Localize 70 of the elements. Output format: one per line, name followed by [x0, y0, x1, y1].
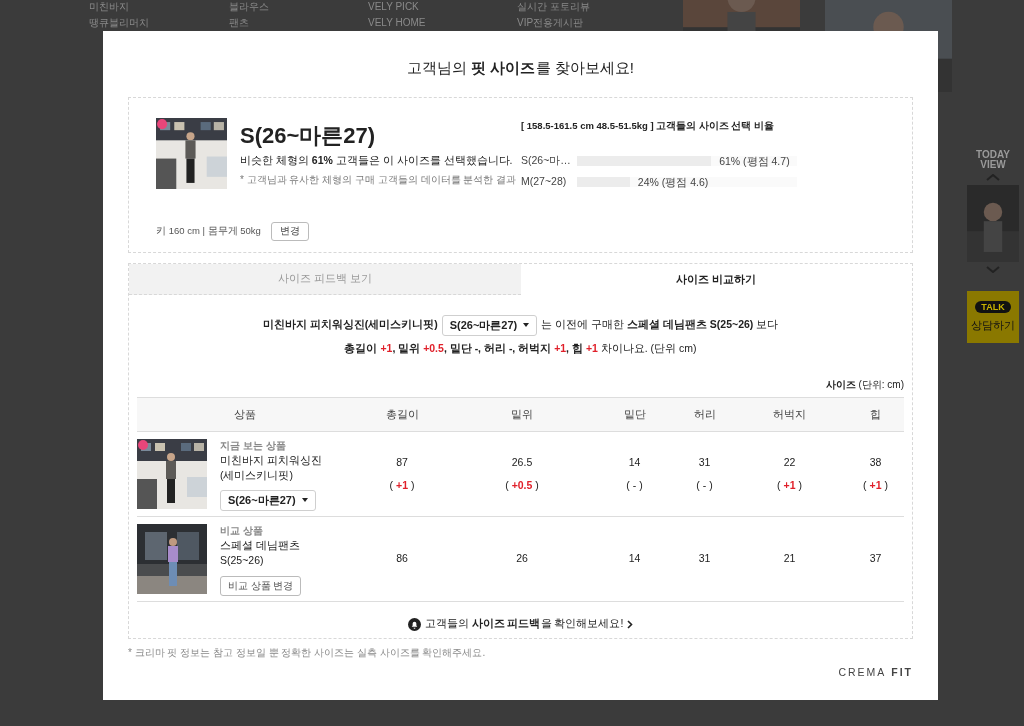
ratio-title: [ 158.5-161.5 cm 48.5-51.5kg ] 고객들의 사이즈 선택 비율: [521, 118, 776, 133]
product-name: 미친바지 피치워싱진(세미스키니핏): [262, 317, 438, 333]
column-header: 밑단: [592, 398, 677, 433]
measurement-value: 87: [396, 455, 408, 470]
chevron-down-icon[interactable]: [986, 266, 1000, 273]
measurement-value: 86: [396, 551, 408, 567]
menu-link[interactable]: VELY PICK: [368, 0, 426, 15]
menu-link[interactable]: VIP전용게시판: [517, 15, 590, 30]
measurement-value: 14: [628, 455, 641, 470]
analysis-note: * 고객님과 유사한 체형의 구매 고객들의 데이터를 분석한 결과: [240, 173, 517, 188]
change-button[interactable]: 변경: [270, 221, 309, 241]
compare-text: 는 이전에 구매한 스페셜 데님팬츠 S(25~26) 보다: [541, 317, 779, 333]
measurement-difference: ( +1 ): [777, 477, 802, 493]
menu-link[interactable]: 팬츠: [229, 15, 269, 30]
measurement-value: 21: [783, 551, 796, 567]
caret-icon: [301, 498, 308, 502]
feedback-link[interactable]: 고객들의 사이즈 피드백을 확인해보세요!: [407, 616, 634, 632]
menu-link[interactable]: 블라우스: [229, 0, 269, 15]
talk-button[interactable]: TALK 상담하기: [967, 291, 1019, 343]
measurement-value: 31: [698, 551, 711, 567]
chevron-up-icon[interactable]: [986, 174, 1000, 181]
product-name: 스페셜 데님팬츠: [220, 537, 301, 553]
menu-link[interactable]: 실시간 포토리뷰: [517, 0, 590, 15]
today-view-title: TODAY VIEW: [975, 150, 1011, 170]
menu-link[interactable]: 미친바지: [89, 0, 149, 15]
measurement-difference: ( +1 ): [389, 477, 415, 493]
product-tag: 지금 보는 상품: [220, 437, 286, 453]
ratio-reading: 24% (평점 4.6): [637, 175, 709, 191]
difference-summary: 총길이 +1, 밑위 +0.5, 밑단 -, 허리 -, 허벅지 +1, 힙 +1 차이나요. (단위 cm): [344, 340, 697, 356]
recommended-size: S(26~마른27): [240, 121, 377, 150]
column-header: 밑위: [452, 398, 592, 433]
measurement-value: 14: [628, 551, 641, 567]
measurement-difference: ( - ): [626, 477, 643, 493]
column-header: 총길이: [352, 398, 452, 433]
measurement-value: 31: [698, 455, 711, 470]
product-size: S(25~26): [220, 552, 264, 568]
measurement-difference: ( +1 ): [863, 477, 888, 493]
measurement-value: 22: [783, 455, 796, 470]
size-label: M(27~28): [521, 174, 568, 190]
footer-note: * 크리마 핏 정보는 참고 정보일 뿐 정확한 사이즈는 실측 사이즈를 확인해주세요.: [128, 645, 487, 660]
talk-label: 상담하기: [971, 317, 1015, 333]
measurement-value: 37: [869, 551, 882, 567]
body-info: 키 160 cm | 몸무게 50kg: [156, 223, 261, 238]
caret-icon: [523, 323, 530, 327]
compare-change-button[interactable]: 비교 상품 변경: [220, 575, 302, 596]
measurement-value: 26.5: [511, 455, 533, 470]
column-header: 허벅지: [732, 398, 847, 433]
menu-link[interactable]: VELY HOME: [368, 15, 426, 30]
measurement-value: 26: [516, 551, 528, 567]
measurement-value: 38: [869, 455, 882, 470]
product-name: 미친바지 피치워싱진(세미스키니핏): [220, 452, 323, 483]
talk-badge: TALK: [975, 300, 1011, 313]
chevron-right-icon: [627, 619, 634, 629]
unit-note: 사이즈 (단위: cm): [825, 378, 904, 393]
tab[interactable]: 사이즈 피드백 보기: [129, 263, 521, 295]
bell-icon: [407, 617, 421, 631]
modal-title: 고객님의 핏 사이즈를 찾아보세요!: [406, 58, 635, 78]
size-select[interactable]: S(26~마른27): [441, 314, 538, 336]
menu-link[interactable]: 땡큐블리머치: [89, 15, 149, 30]
size-select[interactable]: S(26~마른27): [220, 489, 316, 511]
measurement-difference: ( +0.5 ): [505, 477, 539, 493]
column-header: 힙: [847, 398, 904, 433]
column-header: 허리: [677, 398, 732, 433]
brand-logo: CREMA FIT: [838, 664, 913, 680]
ratio-reading: 61% (평점 4.7): [719, 154, 790, 170]
recommendation-text: 비슷한 체형의 61% 고객들은 이 사이즈를 선택했습니다.: [240, 152, 514, 168]
measurement-difference: ( - ): [696, 477, 713, 493]
size-label: S(26~마…: [521, 153, 572, 169]
column-header: 상품: [137, 398, 352, 433]
product-tag: 비교 상품: [220, 522, 263, 538]
